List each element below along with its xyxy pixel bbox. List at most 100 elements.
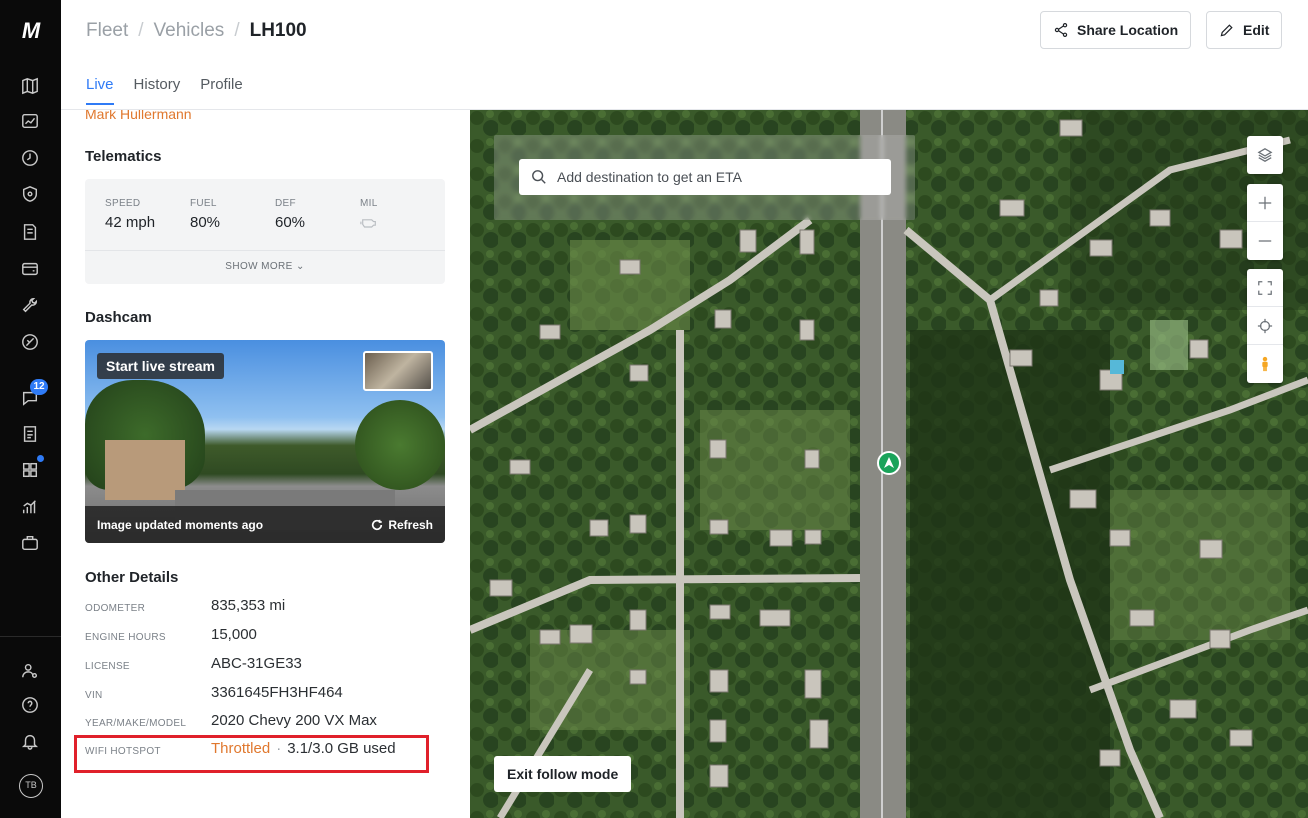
zoom-out-button[interactable] <box>1247 222 1283 260</box>
wallet-icon[interactable] <box>19 258 41 280</box>
dashcam-footer: Image updated moments ago Refresh <box>85 506 445 543</box>
page-header: Fleet / Vehicles / LH100 Share Location … <box>61 0 1308 110</box>
engine-icon <box>360 214 378 233</box>
rail-divider <box>0 636 61 637</box>
tab-live[interactable]: Live <box>86 76 114 105</box>
dashcam-heading: Dashcam <box>85 309 152 326</box>
telematics-label: SPEED <box>105 198 141 209</box>
detail-row-engine-hours: ENGINE HOURS 15,000 <box>85 626 445 650</box>
detail-value: 3361645FH3HF464 <box>211 684 343 701</box>
telematics-label: MIL <box>360 198 378 209</box>
start-live-stream-button[interactable]: Start live stream <box>97 353 224 379</box>
analytics-icon[interactable] <box>19 496 41 518</box>
vehicle-tabs: Live History Profile <box>86 76 243 105</box>
telematics-speed: SPEED 42 mph <box>105 198 155 231</box>
image-updated-text: Image updated moments ago <box>97 518 264 532</box>
crosshair-icon <box>1257 318 1273 333</box>
users-settings-icon[interactable] <box>19 660 41 682</box>
telematics-value: 80% <box>190 214 221 231</box>
telematics-card: SPEED 42 mph FUEL 80% DEF 60% MIL SHOW M… <box>85 179 445 284</box>
breadcrumb: Fleet / Vehicles / LH100 <box>86 20 307 42</box>
share-icon <box>1054 23 1068 37</box>
view-controls <box>1247 269 1283 383</box>
apps-icon[interactable] <box>19 459 41 481</box>
cabin-camera-thumbnail[interactable] <box>363 351 433 391</box>
other-details-heading: Other Details <box>85 569 179 586</box>
driver-link[interactable]: Mark Hullermann <box>85 110 192 122</box>
zoom-control <box>1247 184 1283 260</box>
clock-icon[interactable] <box>19 147 41 169</box>
tab-history[interactable]: History <box>134 76 181 93</box>
detail-row-license: LICENSE ABC-31GE33 <box>85 655 445 679</box>
wrench-icon[interactable] <box>19 294 41 316</box>
app-logo[interactable]: M <box>0 18 61 44</box>
share-location-label: Share Location <box>1077 22 1179 38</box>
street-view-button[interactable] <box>1247 345 1283 383</box>
messages-badge: 12 <box>30 379 48 395</box>
telematics-divider <box>85 250 445 251</box>
briefcase-icon[interactable] <box>19 532 41 554</box>
fullscreen-button[interactable] <box>1247 269 1283 307</box>
vehicle-details-panel: Mark Hullermann Telematics SPEED 42 mph … <box>61 110 470 818</box>
detail-value: 15,000 <box>211 626 257 643</box>
breadcrumb-fleet[interactable]: Fleet <box>86 20 128 42</box>
nav-rail: M 12 TB <box>0 0 61 818</box>
tag-icon[interactable] <box>19 331 41 353</box>
minus-icon <box>1258 240 1272 242</box>
edit-button[interactable]: Edit <box>1206 11 1283 49</box>
avatar[interactable]: TB <box>19 774 43 798</box>
refresh-icon <box>372 519 383 531</box>
refresh-label: Refresh <box>388 518 433 532</box>
tab-profile[interactable]: Profile <box>200 76 243 93</box>
telematics-label: FUEL <box>190 198 217 209</box>
pegman-icon <box>1262 356 1268 372</box>
detail-value: 835,353 mi <box>211 597 286 614</box>
detail-row-odometer: ODOMETER 835,353 mi <box>85 597 445 621</box>
dashcam-scene <box>105 440 185 500</box>
dashcam-scene <box>355 400 445 490</box>
highlight-box <box>74 735 429 773</box>
search-placeholder: Add destination to get an ETA <box>557 169 742 185</box>
page-title: LH100 <box>249 20 307 41</box>
telematics-heading: Telematics <box>85 148 162 165</box>
fullscreen-icon <box>1258 280 1272 295</box>
detail-label: ODOMETER <box>85 603 146 614</box>
breadcrumb-vehicles[interactable]: Vehicles <box>154 20 225 42</box>
detail-value: ABC-31GE33 <box>211 655 302 672</box>
refresh-button[interactable]: Refresh <box>371 518 433 532</box>
report-icon[interactable] <box>19 423 41 445</box>
telematics-label: DEF <box>275 198 296 209</box>
detail-label: LICENSE <box>85 661 130 672</box>
apps-notification-dot <box>37 455 44 462</box>
zoom-in-button[interactable] <box>1247 184 1283 222</box>
map-view[interactable]: Add destination to get an ETA Exit follo… <box>470 110 1308 818</box>
layers-icon <box>1257 148 1273 162</box>
telematics-value: 42 mph <box>105 214 156 231</box>
breadcrumb-separator: / <box>234 20 240 41</box>
telematics-mil: MIL <box>360 198 378 233</box>
dashboard-icon[interactable] <box>19 110 41 132</box>
exit-follow-mode-button[interactable]: Exit follow mode <box>494 756 632 792</box>
detail-label: YEAR/MAKE/MODEL <box>85 718 187 729</box>
dashcam-image[interactable]: Start live stream Image updated moments … <box>85 340 445 543</box>
shield-icon[interactable] <box>19 183 41 205</box>
document-icon[interactable] <box>19 221 41 243</box>
show-more-label: SHOW MORE <box>225 261 293 272</box>
bell-icon[interactable] <box>19 730 41 752</box>
locate-button[interactable] <box>1247 307 1283 345</box>
direction-arrow-icon <box>884 457 894 468</box>
help-icon[interactable] <box>19 694 41 716</box>
pencil-icon <box>1220 24 1233 37</box>
layers-button[interactable] <box>1247 136 1283 174</box>
destination-search-input[interactable]: Add destination to get an ETA <box>519 159 891 195</box>
edit-label: Edit <box>1243 22 1270 38</box>
map-icon[interactable] <box>19 75 41 97</box>
vehicle-marker[interactable] <box>877 451 901 475</box>
share-location-button[interactable]: Share Location <box>1040 11 1192 49</box>
breadcrumb-separator: / <box>138 20 144 41</box>
detail-row-year-make-model: YEAR/MAKE/MODEL 2020 Chevy 200 VX Max <box>85 712 445 736</box>
detail-value: 2020 Chevy 200 VX Max <box>211 712 377 729</box>
search-icon <box>532 170 546 184</box>
show-more-button[interactable]: SHOW MORE ⌄ <box>85 261 445 272</box>
layers-control[interactable] <box>1247 136 1283 174</box>
